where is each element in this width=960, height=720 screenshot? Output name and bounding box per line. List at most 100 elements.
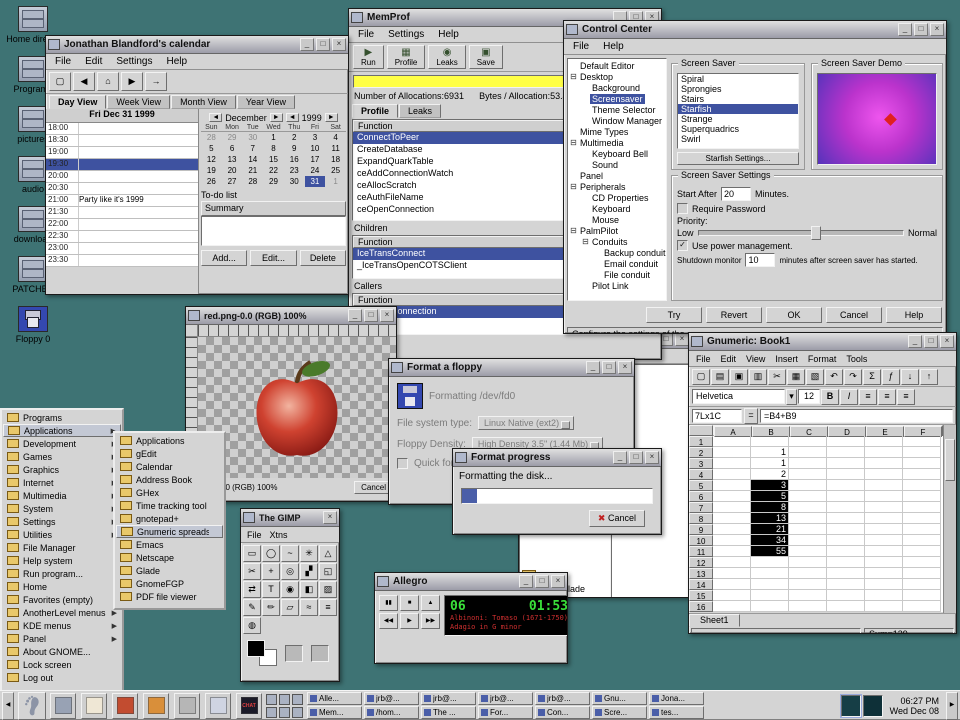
menu-item[interactable]: Applications ▶ (3, 424, 121, 437)
tree-expander[interactable]: ⊟ (569, 72, 578, 81)
menu[interactable]: Insert (770, 354, 803, 364)
day-cell[interactable]: 12 (201, 154, 222, 165)
screensaver-option[interactable]: Starfish (678, 104, 798, 114)
slider-handle[interactable] (811, 226, 821, 240)
tool-button[interactable]: ~ (281, 545, 299, 562)
desktop-icon[interactable]: audio (18, 156, 48, 194)
tree-item[interactable]: Background (569, 82, 665, 93)
day-cell[interactable]: 7 (242, 143, 263, 154)
todo-button[interactable]: Add... (201, 250, 247, 266)
row-header[interactable]: 10 (689, 535, 713, 546)
transport-button[interactable]: ▲ (421, 595, 440, 611)
todo-button[interactable]: Delete (300, 250, 346, 266)
row-header[interactable]: 7 (689, 502, 713, 513)
task-button[interactable]: Mem... (307, 706, 362, 719)
screensaver-option[interactable]: Strange (678, 114, 798, 124)
toolbar-button[interactable]: ⌂ (97, 72, 119, 91)
titlebar[interactable]: Gnumeric: Book1 _ □ × (689, 333, 956, 351)
sheet-row[interactable]: 10 34 (689, 535, 943, 546)
transport-button[interactable]: ■ (400, 595, 419, 611)
titlebar[interactable]: Format progress _ □ × (453, 449, 661, 467)
toolbar-button[interactable]: ◀ (73, 72, 95, 91)
menu-item[interactable]: Development ▶ (3, 437, 121, 450)
task-button[interactable]: /hom... (364, 706, 419, 719)
tab[interactable]: Day View (49, 95, 106, 109)
menu-item[interactable]: Gnumeric spreadsheet ▶ (116, 525, 223, 538)
toolbar-button[interactable]: ▢ (692, 369, 710, 385)
day-cell[interactable]: 10 (305, 143, 326, 154)
menu-item[interactable]: AnotherLevel menus ▶ (3, 606, 121, 619)
cell-b[interactable]: 1 (751, 447, 789, 458)
screensaver-option[interactable]: Sprongies (678, 84, 798, 94)
row-header[interactable]: 1 (689, 436, 713, 447)
task-button[interactable]: The ... (421, 706, 476, 719)
maximize-button[interactable]: □ (535, 575, 549, 588)
minimize-button[interactable]: _ (519, 575, 533, 588)
menu[interactable]: Settings (109, 56, 159, 67)
day-cell[interactable]: 19 (201, 165, 222, 176)
dialog-button[interactable]: Help (886, 307, 942, 323)
transport-button[interactable]: ▶▶ (421, 613, 440, 629)
menu-item[interactable]: Utilities ▶ (3, 528, 121, 541)
time-slot[interactable]: 23:00 (46, 243, 198, 255)
day-cell[interactable]: 28 (201, 132, 222, 143)
tool-button[interactable]: ≡ (319, 599, 337, 616)
menu[interactable]: File (566, 41, 596, 52)
menu-item[interactable]: PDF file viewer ▶ (116, 590, 223, 603)
launcher-button[interactable] (50, 693, 76, 719)
sheet-row[interactable]: 12 (689, 557, 943, 568)
tool-button[interactable]: ◉ (281, 581, 299, 598)
cell-b[interactable]: 8 (751, 502, 789, 513)
calendar-window[interactable]: Jonathan Blandford's calendar _ □ × File… (45, 35, 349, 295)
prev-month-button[interactable]: ◄ (209, 113, 222, 122)
time-slot[interactable]: 18:30 (46, 135, 198, 147)
sheet-row[interactable]: 16 (689, 601, 943, 612)
mini-icon[interactable] (292, 694, 303, 705)
maximize-button[interactable]: □ (924, 335, 938, 348)
tree-item[interactable]: Default Editor (569, 60, 665, 71)
cell-b[interactable] (751, 557, 789, 568)
maximize-button[interactable]: □ (364, 309, 378, 322)
close-button[interactable]: × (323, 511, 337, 524)
menu[interactable]: View (741, 354, 770, 364)
tree-item[interactable]: Email conduit (569, 258, 665, 269)
tool-button[interactable]: ✂ (243, 563, 261, 580)
menu[interactable]: File (48, 56, 78, 67)
tree-item[interactable]: ⊟ Desktop (569, 71, 665, 82)
task-button[interactable]: tes... (649, 706, 704, 719)
sheet-row[interactable]: 11 55 (689, 546, 943, 557)
mini-icon[interactable] (266, 707, 277, 718)
tree-item[interactable]: ⊟ Conduits (569, 236, 665, 247)
next-year-button[interactable]: ► (325, 113, 338, 122)
day-cell[interactable]: 2 (284, 132, 305, 143)
tool-button[interactable]: ▨ (319, 581, 337, 598)
maximize-button[interactable]: □ (602, 361, 616, 374)
tool-button[interactable]: ◯ (262, 545, 280, 562)
menu[interactable]: File (351, 29, 381, 40)
transport-button[interactable]: ▶ (400, 613, 419, 629)
shutdown-input[interactable]: 10 (745, 253, 775, 267)
pattern-indicator[interactable] (311, 645, 329, 662)
dialog-button[interactable]: Try (646, 307, 702, 323)
menu-item[interactable]: Calendar ▶ (116, 460, 223, 473)
day-cell[interactable]: 16 (284, 154, 305, 165)
menu[interactable]: Settings (381, 29, 431, 40)
row-header[interactable]: 13 (689, 568, 713, 579)
menu-item[interactable]: Internet ▶ (3, 476, 121, 489)
equals-button[interactable]: = (744, 408, 758, 424)
day-cell[interactable]: 30 (242, 132, 263, 143)
cell-b[interactable]: 3 (751, 480, 789, 491)
time-slot[interactable]: 21:30 (46, 207, 198, 219)
minimize-button[interactable]: _ (908, 335, 922, 348)
tree-item[interactable]: Keyboard Bell (569, 148, 665, 159)
tree-item[interactable]: ⊟ PalmPilot (569, 225, 665, 236)
tree-item[interactable]: Keyboard (569, 203, 665, 214)
toolbar-button[interactable]: ▣ Save (469, 45, 503, 69)
sheet-row[interactable]: 3 1 (689, 458, 943, 469)
time-slot[interactable]: 20:30 (46, 183, 198, 195)
image-canvas[interactable] (198, 337, 396, 478)
sheet-row[interactable]: 8 13 (689, 513, 943, 524)
allegro-window[interactable]: Allegro _ □ × ▮▮■▲◀◀▶▶▶ 06 01:53 Albinon… (374, 572, 568, 664)
titlebar[interactable]: Jonathan Blandford's calendar _ □ × (46, 36, 348, 54)
align-button[interactable]: ≡ (897, 389, 915, 405)
